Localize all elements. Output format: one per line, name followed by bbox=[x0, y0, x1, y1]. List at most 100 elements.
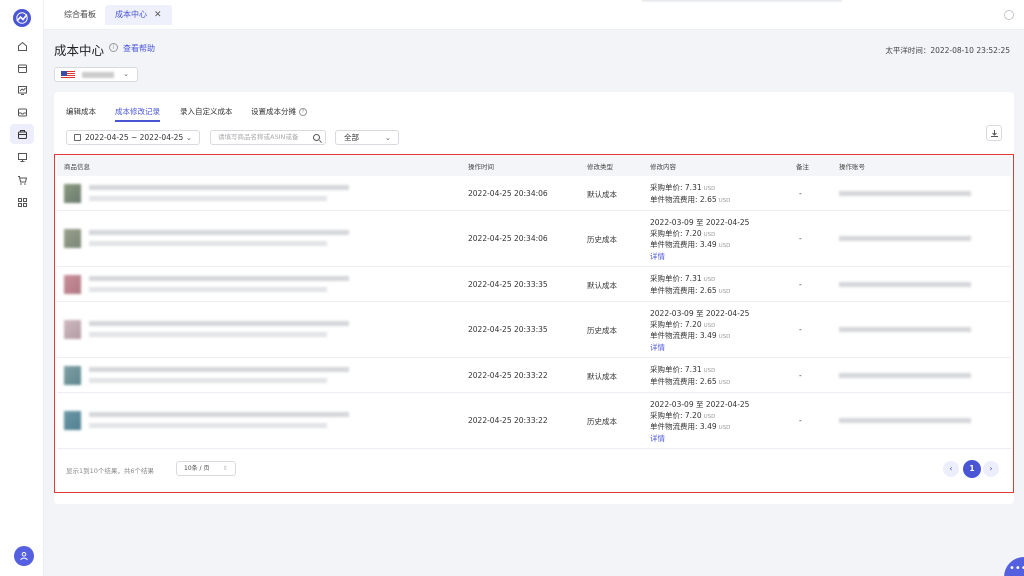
operation-time: 2022-04-25 20:33:35 bbox=[468, 279, 548, 289]
store-select[interactable]: ⌄ bbox=[54, 67, 138, 82]
top-tab-bar: 综合看板 成本中心 ✕ bbox=[44, 0, 1024, 30]
product-meta-blurred bbox=[89, 423, 327, 428]
user-avatar-icon[interactable] bbox=[14, 546, 34, 566]
purchase-price-label: 采购单价: 7.20 bbox=[650, 410, 702, 420]
change-type: 默认成本 bbox=[587, 189, 617, 199]
currency: USD bbox=[703, 231, 716, 238]
product-thumbnail[interactable] bbox=[64, 274, 81, 294]
operation-time: 2022-04-25 20:33:22 bbox=[468, 416, 548, 425]
subtab-cost-history[interactable]: 成本修改记录 bbox=[115, 106, 160, 122]
product-thumbnail[interactable] bbox=[64, 411, 81, 430]
change-type: 默认成本 bbox=[587, 280, 617, 290]
export-button[interactable] bbox=[986, 125, 1002, 141]
dropdown-shadow bbox=[642, 0, 842, 3]
purchase-price: 采购单价: 7.31 USD bbox=[650, 365, 730, 377]
tab-cost-center[interactable]: 成本中心 ✕ bbox=[105, 5, 172, 25]
product-thumbnail[interactable] bbox=[64, 229, 81, 248]
operator-account-blurred bbox=[839, 281, 971, 287]
chevron-down-icon: ⌄ bbox=[185, 133, 192, 142]
table-row: 2022-04-25 20:33:22 默认成本 采购单价: 7.31 USD 单件物流… bbox=[57, 358, 1011, 393]
column-header: 备注 bbox=[796, 163, 809, 171]
shipping-fee-label: 单件物流费用: 2.65 bbox=[650, 194, 717, 204]
product-thumbnail[interactable] bbox=[64, 183, 81, 203]
product-meta-blurred bbox=[89, 332, 327, 337]
search-field[interactable] bbox=[210, 130, 326, 145]
search-input[interactable] bbox=[218, 131, 312, 144]
shipping-fee: 单件物流费用: 3.49 USD bbox=[650, 422, 749, 434]
currency: USD bbox=[718, 288, 731, 295]
page-1-button[interactable]: 1 bbox=[963, 460, 981, 478]
change-content: 2022-03-09 至 2022-04-25 采购单价: 7.20 USD 单件物流… bbox=[650, 218, 749, 262]
calendar-icon bbox=[74, 134, 81, 141]
more-icon[interactable]: ••• bbox=[1004, 557, 1024, 576]
currency: USD bbox=[703, 277, 716, 283]
subtab-cost-allocation[interactable]: 设置成本分摊? bbox=[251, 106, 307, 117]
app-logo-icon[interactable] bbox=[13, 9, 31, 27]
question-icon: ? bbox=[299, 108, 307, 116]
change-content: 2022-03-09 至 2022-04-25 采购单价: 7.20 USD 单件物流… bbox=[650, 309, 749, 353]
table-header: 商品信息 操作时间 修改类型 修改内容 备注 操作账号 bbox=[57, 154, 1011, 176]
subtab-edit-cost[interactable]: 编辑成本 bbox=[66, 106, 96, 117]
info-icon: i bbox=[109, 43, 118, 52]
shipping-fee-label: 单件物流费用: 2.65 bbox=[650, 376, 717, 386]
chevron-updown-icon: ⇳ bbox=[222, 465, 228, 472]
clock-icon[interactable] bbox=[1004, 10, 1014, 20]
change-type: 历史成本 bbox=[587, 235, 617, 244]
close-icon[interactable]: ✕ bbox=[154, 10, 162, 20]
prev-page-button[interactable]: ‹ bbox=[943, 461, 959, 477]
nav-apps-icon[interactable] bbox=[10, 192, 34, 212]
operator-account-blurred bbox=[839, 327, 971, 332]
nav-chart-icon[interactable] bbox=[10, 80, 34, 100]
product-meta-blurred bbox=[89, 377, 327, 383]
help-link[interactable]: 查看帮助 bbox=[123, 43, 155, 54]
store-name-blurred bbox=[82, 72, 114, 78]
results-summary: 显示1到10个结果，共6个结果 bbox=[66, 467, 155, 475]
note: - bbox=[799, 325, 802, 334]
nav-inbox-icon[interactable] bbox=[10, 102, 34, 122]
purchase-price: 采购单价: 7.31 USD bbox=[650, 274, 730, 286]
left-nav-rail bbox=[0, 0, 44, 576]
column-header: 操作账号 bbox=[839, 163, 865, 171]
purchase-price-label: 采购单价: 7.20 bbox=[650, 228, 702, 238]
purchase-price: 采购单价: 7.31 USD bbox=[650, 183, 730, 195]
date-range-text: 2022-03-09 至 2022-04-25 bbox=[650, 218, 750, 227]
product-thumbnail[interactable] bbox=[64, 365, 81, 385]
product-meta-blurred bbox=[89, 195, 327, 201]
operation-time: 2022-04-25 20:34:06 bbox=[468, 234, 548, 243]
nav-cart-icon[interactable] bbox=[10, 170, 34, 190]
change-type: 历史成本 bbox=[587, 326, 617, 335]
type-select[interactable]: 全部 ⌄ bbox=[335, 130, 399, 145]
operation-time: 2022-04-25 20:34:06 bbox=[468, 188, 548, 198]
purchase-price-label: 采购单价: 7.31 bbox=[650, 183, 702, 192]
column-header: 商品信息 bbox=[64, 163, 90, 171]
purchase-price: 采购单价: 7.20 USD bbox=[650, 411, 749, 423]
tab-dashboard[interactable]: 综合看板 bbox=[54, 5, 106, 25]
change-content: 采购单价: 7.31 USD 单件物流费用: 2.65 USD bbox=[650, 183, 730, 206]
product-name-blurred bbox=[89, 366, 349, 372]
table-row: 2022-04-25 20:34:06 历史成本 2022-03-09 至 2022… bbox=[57, 211, 1011, 267]
product-name-blurred bbox=[89, 412, 349, 417]
currency: USD bbox=[703, 413, 716, 420]
next-page-button[interactable]: › bbox=[983, 461, 999, 477]
product-thumbnail[interactable] bbox=[64, 320, 81, 339]
operator-account-blurred bbox=[839, 418, 971, 423]
date-range-text: 2022-03-09 至 2022-04-25 bbox=[650, 400, 750, 409]
nav-cost-icon[interactable] bbox=[10, 124, 34, 144]
purchase-price-label: 采购单价: 7.20 bbox=[650, 319, 702, 329]
detail-link[interactable]: 详情 bbox=[650, 434, 749, 445]
detail-link[interactable]: 详情 bbox=[650, 343, 749, 354]
shipping-fee-label: 单件物流费用: 3.49 bbox=[650, 240, 717, 249]
product-meta-blurred bbox=[89, 241, 327, 246]
nav-monitor-icon[interactable] bbox=[10, 147, 34, 167]
note: - bbox=[799, 279, 802, 289]
shipping-fee-label: 单件物流费用: 3.49 bbox=[650, 331, 717, 340]
search-icon[interactable] bbox=[313, 134, 320, 141]
nav-home-icon[interactable] bbox=[10, 36, 34, 56]
detail-link[interactable]: 详情 bbox=[650, 252, 749, 263]
page-size-select[interactable]: 10条 / 页 ⇳ bbox=[176, 461, 236, 476]
date-range-picker[interactable]: 2022-04-25 ~ 2022-04-25 ⌄ bbox=[66, 130, 200, 145]
subtab-custom-cost[interactable]: 录入自定义成本 bbox=[180, 106, 233, 117]
nav-box-icon[interactable] bbox=[10, 58, 34, 78]
shipping-fee: 单件物流费用: 3.49 USD bbox=[650, 331, 749, 343]
date-range-text: 2022-03-09 至 2022-04-25 bbox=[650, 309, 750, 318]
